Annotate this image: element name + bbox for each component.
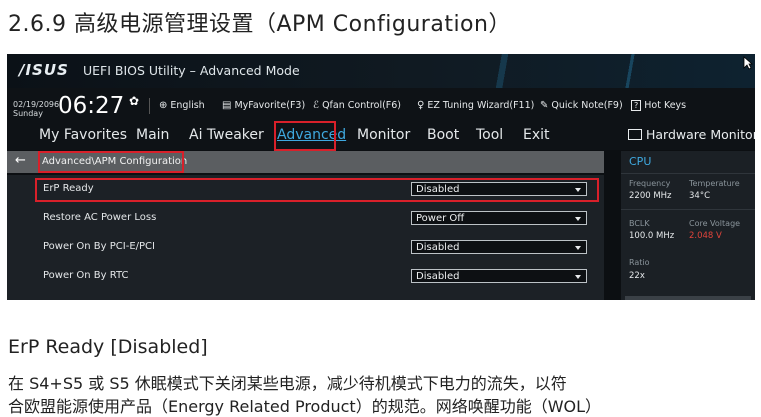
cpu-category-title: CPU: [629, 155, 652, 168]
language-button[interactable]: ⊕ English: [159, 100, 205, 111]
select-value: Disabled: [416, 271, 460, 282]
document-heading: 2.6.9 高级电源管理设置（APM Configuration）: [8, 12, 511, 37]
gear-icon[interactable]: ✿: [129, 94, 139, 108]
ez-tuning-wizard-button[interactable]: ♀ EZ Tuning Wizard(F11): [417, 100, 534, 111]
temperature-label: Temperature: [689, 179, 740, 188]
hw-scroll-strip: [625, 296, 751, 300]
star-folder-icon: ▤: [222, 100, 232, 111]
my-favorite-label: MyFavorite(F3): [234, 100, 306, 111]
ratio-label: Ratio: [629, 258, 650, 267]
chevron-down-icon: [575, 217, 581, 221]
setting-row-power-on-by-pcie[interactable]: Power On By PCI-E/PCI Disabled: [7, 233, 604, 262]
hardware-monitor-panel: CPU Frequency Temperature 2200 MHz 34°C …: [621, 151, 755, 300]
bclk-label: BCLK: [629, 219, 650, 228]
ez-tuning-wizard-label: EZ Tuning Wizard(F11): [427, 100, 535, 111]
frequency-value: 2200 MHz: [629, 191, 672, 201]
qfan-control-button[interactable]: ℰ Qfan Control(F6): [313, 100, 401, 111]
title-bar-decoration: [437, 54, 755, 88]
qfan-control-label: Qfan Control(F6): [322, 100, 402, 111]
note-icon: ✎: [540, 100, 549, 111]
chevron-down-icon: [575, 246, 581, 250]
power-on-by-pcie-select[interactable]: Disabled: [411, 240, 587, 254]
description-line-2: 合欧盟能源使用产品（Energy Related Product）的规范。网络唤…: [8, 397, 602, 416]
menu-tool[interactable]: Tool: [476, 127, 503, 143]
core-voltage-label: Core Voltage: [689, 219, 741, 228]
menu-exit[interactable]: Exit: [523, 127, 550, 143]
setting-label: Power On By PCI-E/PCI: [43, 241, 155, 252]
date-display: 02/19/2096 Sunday: [13, 100, 59, 118]
select-value: Power Off: [416, 213, 465, 224]
description-line-1: 在 S4+S5 或 S5 休眠模式下关闭某些电源，减少待机模式下电力的流失，以符: [8, 374, 567, 393]
section-title: ErP Ready [Disabled]: [8, 336, 208, 358]
hardware-monitor-label: Hardware Monitor: [646, 127, 755, 142]
date-text: 02/19/2096: [13, 100, 60, 109]
bios-screenshot: /ISUS UEFI BIOS Utility – Advanced Mode …: [7, 54, 755, 300]
setting-row-restore-ac-power-loss[interactable]: Restore AC Power Loss Power Off: [7, 204, 604, 233]
setting-label: Restore AC Power Loss: [43, 212, 157, 223]
menu-my-favorites[interactable]: My Favorites: [39, 127, 127, 143]
fan-icon: ℰ: [313, 100, 320, 111]
hw-separator: [621, 209, 755, 210]
hw-separator: [621, 173, 755, 174]
globe-icon: ⊕: [159, 100, 168, 111]
ratio-value: 22x: [629, 271, 645, 281]
hardware-monitor-title: Hardware Monitor: [628, 127, 755, 142]
menu-main[interactable]: Main: [136, 127, 169, 143]
erp-ready-highlight: [35, 178, 599, 202]
my-favorite-button[interactable]: ▤ MyFavorite(F3): [222, 100, 305, 111]
language-label: English: [170, 100, 205, 111]
info-bar: 02/19/2096 Sunday 06:27 ✿ ⊕ English ▤ MyFa…: [7, 88, 755, 122]
help-icon: ?: [631, 100, 642, 111]
mouse-cursor-icon: [743, 56, 753, 70]
bios-title-bar: /ISUS UEFI BIOS Utility – Advanced Mode: [7, 54, 755, 88]
clock-display: 06:27: [58, 93, 125, 119]
setting-row-power-on-by-rtc[interactable]: Power On By RTC Disabled: [7, 262, 604, 291]
monitor-icon: [628, 129, 642, 140]
chevron-down-icon: [575, 275, 581, 279]
hot-keys-label: Hot Keys: [644, 100, 687, 111]
power-on-by-rtc-select[interactable]: Disabled: [411, 269, 587, 283]
menu-boot[interactable]: Boot: [427, 127, 459, 143]
temperature-value: 34°C: [689, 191, 711, 201]
advanced-tab-highlight: [274, 121, 336, 151]
menu-ai-tweaker[interactable]: Ai Tweaker: [189, 127, 264, 143]
hot-keys-button[interactable]: ? Hot Keys: [631, 100, 686, 111]
bios-app-title: UEFI BIOS Utility – Advanced Mode: [83, 63, 300, 78]
breadcrumb-highlight: [38, 151, 184, 173]
back-arrow-icon[interactable]: ←: [15, 153, 26, 168]
frequency-label: Frequency: [629, 179, 671, 188]
bclk-value: 100.0 MHz: [629, 231, 675, 241]
quick-note-button[interactable]: ✎ Quick Note(F9): [540, 100, 623, 111]
menu-monitor[interactable]: Monitor: [357, 127, 410, 143]
select-value: Disabled: [416, 242, 460, 253]
bulb-icon: ♀: [417, 100, 425, 111]
restore-ac-power-loss-select[interactable]: Power Off: [411, 211, 587, 225]
core-voltage-value: 2.048 V: [689, 231, 722, 241]
day-text: Sunday: [13, 109, 43, 118]
asus-logo: /ISUS: [19, 61, 69, 79]
quick-note-label: Quick Note(F9): [551, 100, 623, 111]
setting-label: Power On By RTC: [43, 270, 129, 281]
toolbar-divider: [149, 98, 150, 114]
